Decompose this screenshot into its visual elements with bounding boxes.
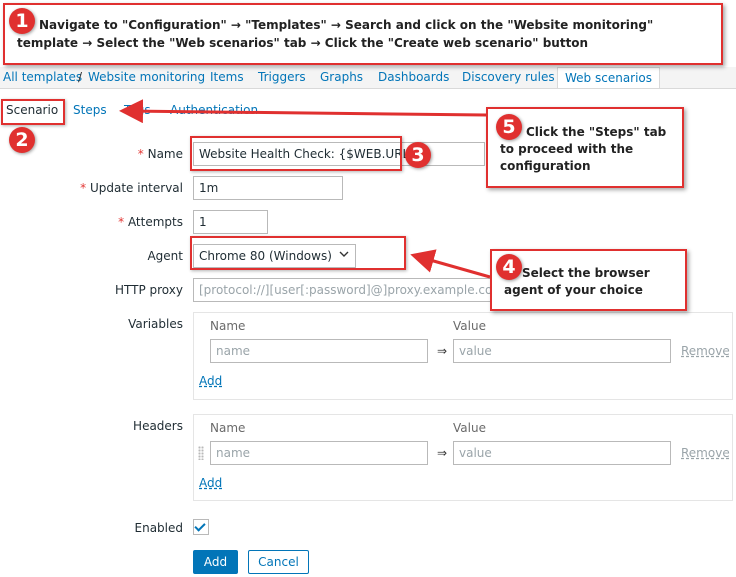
instruction-text-4: Select the browser agent of your choice [504, 266, 650, 297]
cancel-button[interactable]: Cancel [248, 550, 309, 574]
pair-arrow: ⇒ [437, 446, 448, 460]
instruction-callout-1: Navigate to "Configuration" → "Templates… [3, 3, 723, 65]
instruction-callout-4: Select the browser agent of your choice [490, 249, 687, 311]
header-add-button[interactable]: Add [199, 476, 222, 490]
nav-graphs[interactable]: Graphs [320, 70, 363, 84]
highlight-scenario-tab [1, 99, 65, 125]
breadcrumb: All templates / Website monitoring Items… [0, 67, 736, 89]
header-name-input[interactable]: name [210, 441, 428, 465]
nav-items[interactable]: Items [210, 70, 244, 84]
update-interval-label-text: Update interval [89, 181, 183, 195]
variable-name-input[interactable]: name [210, 339, 428, 363]
nav-dashboards[interactable]: Dashboards [378, 70, 449, 84]
http-proxy-placeholder: [protocol://][user[:password]@]proxy.exa… [199, 283, 493, 297]
header-remove-button[interactable]: Remove [681, 446, 730, 460]
required-mark: * [118, 215, 125, 229]
header-value-placeholder: value [459, 446, 492, 460]
breadcrumb-separator: / [78, 70, 83, 84]
nav-triggers[interactable]: Triggers [258, 70, 306, 84]
variable-value-placeholder: value [459, 344, 492, 358]
highlight-agent-select [190, 236, 406, 270]
update-interval-input[interactable]: 1m [193, 176, 343, 200]
tab-authentication[interactable]: Authentication [170, 103, 258, 117]
headers-col-name: Name [210, 421, 246, 435]
variables-label: Variables [128, 317, 183, 331]
breadcrumb-website-monitoring[interactable]: Website monitoring [88, 70, 205, 84]
tab-tags[interactable]: Tags [124, 103, 151, 117]
agent-label: Agent [147, 249, 183, 263]
arrow-to-agent [410, 249, 491, 279]
nav-discovery-rules[interactable]: Discovery rules [462, 70, 555, 84]
highlight-name-field [190, 136, 402, 171]
pair-arrow: ⇒ [437, 344, 448, 358]
step-number-2: 2 [9, 127, 35, 153]
enabled-label: Enabled [134, 521, 184, 535]
variable-value-input[interactable]: value [453, 339, 671, 363]
required-mark: * [137, 147, 144, 161]
tab-steps[interactable]: Steps [73, 103, 107, 117]
variable-name-placeholder: name [216, 344, 251, 358]
variables-col-value: Value [453, 319, 486, 333]
nav-web-scenarios[interactable]: Web scenarios [557, 67, 661, 88]
add-button[interactable]: Add [193, 550, 238, 574]
variable-add-button[interactable]: Add [199, 374, 222, 388]
step-number-4: 4 [496, 254, 522, 280]
variables-col-name: Name [210, 319, 246, 333]
step-number-3: 3 [405, 142, 431, 168]
update-interval-label: * Update interval [60, 181, 183, 195]
headers-col-value: Value [453, 421, 486, 435]
instruction-text-1: Navigate to "Configuration" → "Templates… [17, 18, 654, 50]
variable-remove-button[interactable]: Remove [681, 344, 730, 358]
attempts-label: * Attempts [90, 215, 183, 229]
attempts-input[interactable]: 1 [193, 210, 268, 234]
headers-label: Headers [133, 419, 183, 433]
header-value-input[interactable]: value [453, 441, 671, 465]
http-proxy-label: HTTP proxy [115, 283, 183, 297]
attempts-label-text: Attempts [127, 215, 183, 229]
header-name-placeholder: name [216, 446, 251, 460]
breadcrumb-all-templates[interactable]: All templates [3, 70, 82, 84]
name-label: * Name [100, 147, 183, 161]
required-mark: * [80, 181, 87, 195]
enabled-checkbox[interactable] [193, 519, 209, 535]
drag-handle-icon[interactable] [198, 446, 204, 460]
step-number-5: 5 [496, 114, 522, 140]
http-proxy-input[interactable]: [protocol://][user[:password]@]proxy.exa… [193, 278, 493, 302]
instruction-text-5: Click the "Steps" tab to proceed with th… [500, 125, 667, 173]
name-label-text: Name [147, 147, 183, 161]
step-number-1: 1 [9, 8, 35, 34]
checkmark-icon [194, 520, 206, 532]
